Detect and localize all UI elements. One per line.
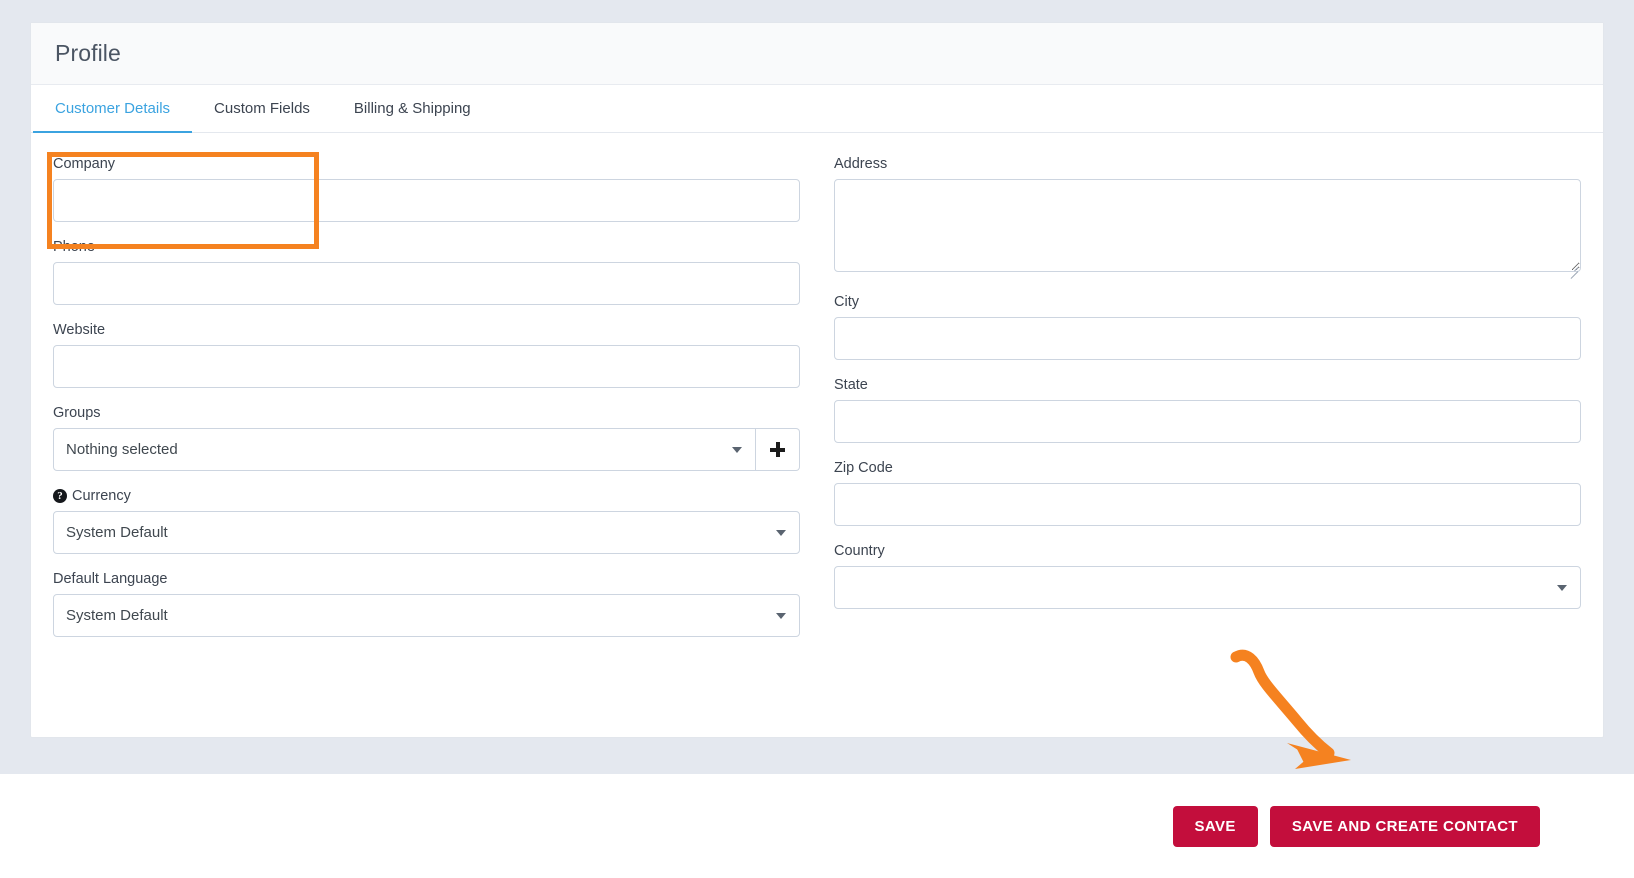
zip-code-input[interactable] <box>834 483 1581 526</box>
country-label: Country <box>834 543 885 559</box>
company-field: Company <box>53 155 800 222</box>
plus-icon <box>770 442 785 457</box>
default-language-select-wrap <box>53 594 800 637</box>
state-field: State <box>834 376 1581 443</box>
country-field: Country <box>834 542 1581 609</box>
city-field: City <box>834 293 1581 360</box>
page-title: Profile <box>55 40 121 66</box>
save-button[interactable]: SAVE <box>1172 805 1258 847</box>
tab-custom-fields-label: Custom Fields <box>214 99 310 117</box>
currency-label-row: ? Currency <box>53 487 800 505</box>
company-input[interactable] <box>53 179 800 222</box>
groups-field: Groups <box>53 404 800 471</box>
tab-custom-fields[interactable]: Custom Fields <box>192 85 332 133</box>
website-label: Website <box>53 322 106 338</box>
tab-billing-shipping[interactable]: Billing & Shipping <box>332 85 493 133</box>
save-and-create-contact-button[interactable]: SAVE AND CREATE CONTACT <box>1269 805 1540 847</box>
currency-select-wrap <box>53 511 800 554</box>
groups-select-wrap <box>53 428 756 471</box>
phone-field: Phone <box>53 238 800 305</box>
tab-bar: Customer Details Custom Fields Billing &… <box>31 85 1603 133</box>
phone-label: Phone <box>53 239 95 255</box>
address-textarea-wrap <box>834 179 1581 279</box>
country-select[interactable] <box>834 566 1581 609</box>
state-input[interactable] <box>834 400 1581 443</box>
default-language-label: Default Language <box>53 571 168 587</box>
add-group-button[interactable] <box>756 428 800 471</box>
phone-input[interactable] <box>53 262 800 305</box>
groups-select[interactable] <box>53 428 756 471</box>
form-right-column: Address City State Zip Code Country <box>834 155 1581 653</box>
currency-select[interactable] <box>53 511 800 554</box>
card-header: Profile <box>31 23 1603 85</box>
page-root: Profile Customer Details Custom Fields B… <box>0 0 1634 878</box>
currency-field: ? Currency <box>53 487 800 554</box>
city-label: City <box>834 294 859 310</box>
question-mark-circle-icon[interactable]: ? <box>53 489 67 503</box>
address-label: Address <box>834 156 888 172</box>
zip-code-field: Zip Code <box>834 459 1581 526</box>
groups-label: Groups <box>53 405 101 421</box>
zip-code-label: Zip Code <box>834 460 893 476</box>
state-label: State <box>834 377 868 393</box>
tab-customer-details-label: Customer Details <box>55 99 171 117</box>
tab-billing-shipping-label: Billing & Shipping <box>353 99 471 117</box>
address-textarea[interactable] <box>834 179 1581 272</box>
tab-customer-details[interactable]: Customer Details <box>33 85 193 133</box>
website-field: Website <box>53 321 800 388</box>
country-select-wrap <box>834 566 1581 609</box>
profile-card: Profile Customer Details Custom Fields B… <box>30 22 1604 738</box>
default-language-field: Default Language <box>53 570 800 637</box>
company-label: Company <box>53 156 116 172</box>
footer-action-bar: SAVE SAVE AND CREATE CONTACT <box>0 774 1634 878</box>
form-left-column: Company Phone Website Groups Nothing sel… <box>53 155 800 653</box>
groups-row <box>53 428 800 471</box>
default-language-select[interactable] <box>53 594 800 637</box>
address-field: Address <box>834 155 1581 279</box>
currency-label: Currency <box>72 488 131 504</box>
profile-form: Company Phone Website Groups Nothing sel… <box>31 133 1603 653</box>
city-input[interactable] <box>834 317 1581 360</box>
website-input[interactable] <box>53 345 800 388</box>
